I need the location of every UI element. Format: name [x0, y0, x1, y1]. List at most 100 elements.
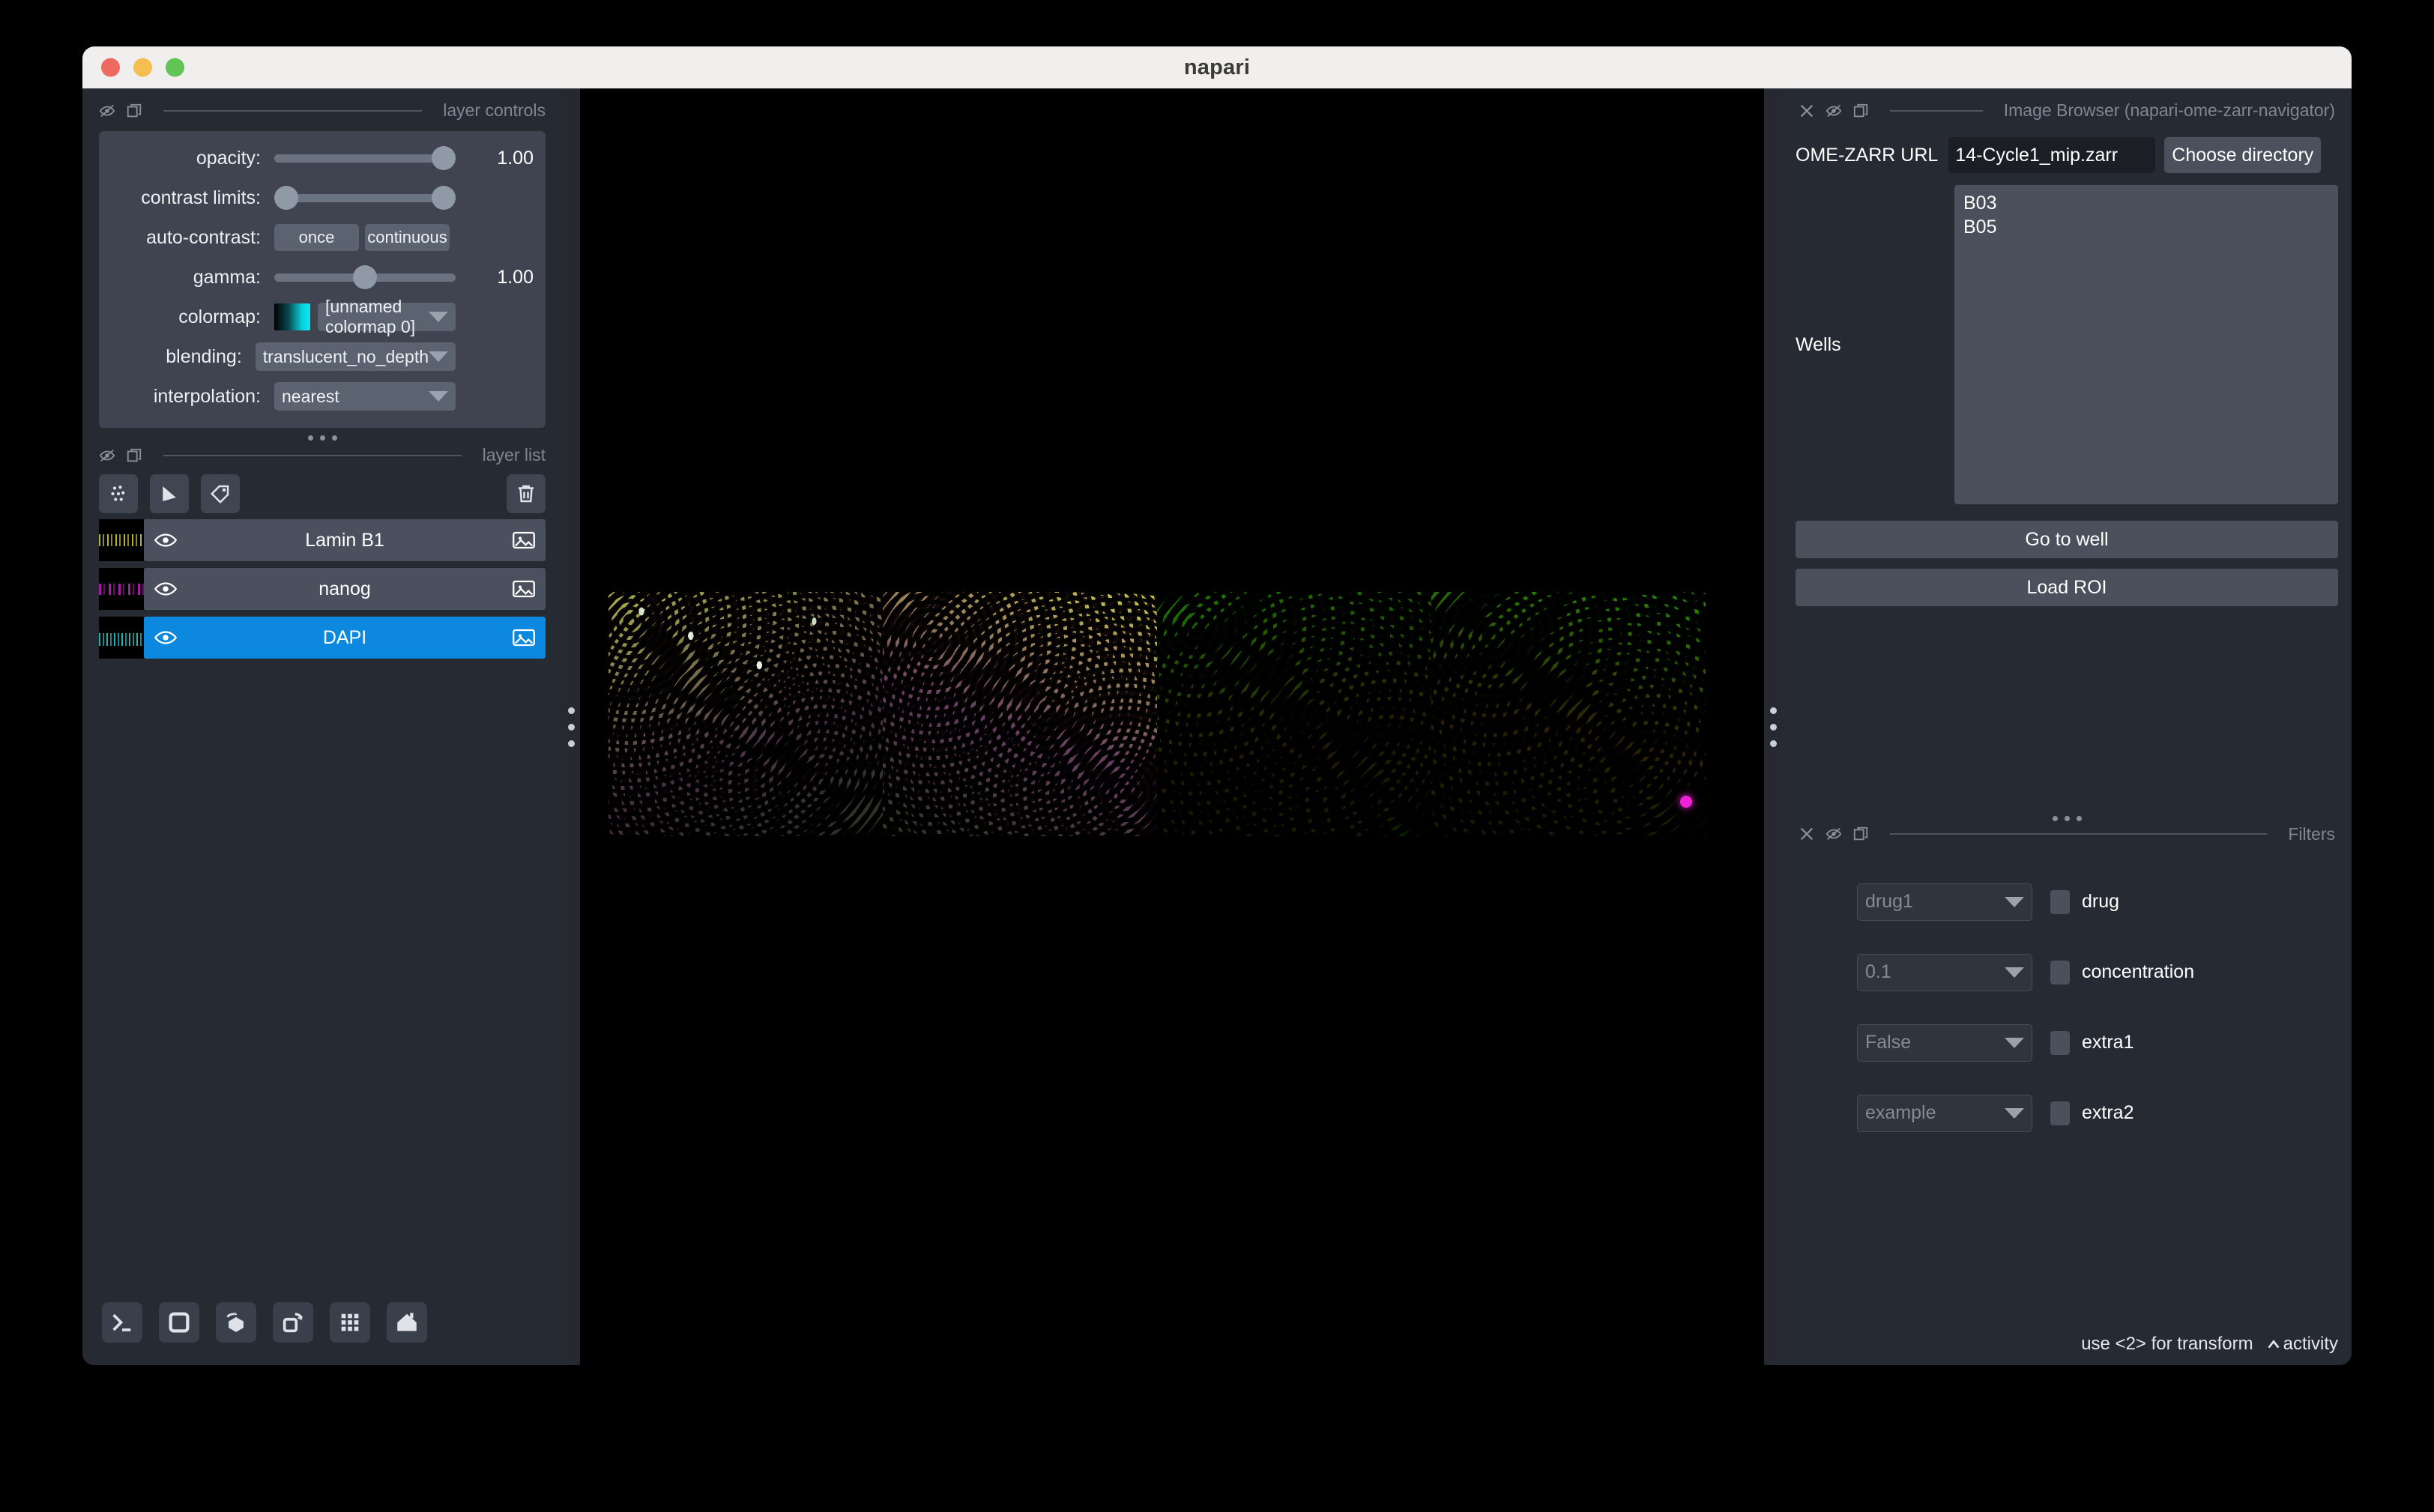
contrast-limits-label: contrast limits: [141, 187, 261, 208]
extra1-select[interactable]: False [1857, 1023, 2032, 1062]
layer-name: Lamin B1 [305, 529, 384, 551]
layer-visibility-toggle[interactable] [154, 629, 178, 646]
interpolation-select[interactable]: nearest [274, 382, 456, 411]
new-points-layer-button[interactable] [99, 474, 138, 513]
new-shapes-layer-button[interactable] [150, 474, 189, 513]
ome-zarr-url-input[interactable]: 14-Cycle1_mip.zarr [1948, 137, 2156, 173]
list-item[interactable]: nanog [99, 568, 546, 610]
image-browser-title: Image Browser (napari-ome-zarr-navigator… [2003, 100, 2335, 120]
chevron-down-icon [429, 391, 448, 402]
square-icon [169, 1312, 190, 1333]
load-roi-button[interactable]: Load ROI [1796, 569, 2338, 606]
ndisplay-2d-button[interactable] [159, 1302, 199, 1343]
window-title: napari [1183, 55, 1251, 79]
maximize-window-button[interactable] [166, 58, 184, 77]
float-panel-icon[interactable] [1852, 826, 1869, 842]
layer-controls-panel: opacity: 1.00 contrast limits: auto-cont… [99, 131, 546, 428]
terminal-icon [112, 1313, 131, 1331]
go-to-well-button[interactable]: Go to well [1796, 521, 2338, 558]
concentration-select[interactable]: 0.1 [1857, 953, 2032, 991]
auto-contrast-row: auto-contrast: once continuous [111, 224, 534, 251]
float-panel-icon[interactable] [126, 103, 142, 119]
gamma-slider[interactable] [274, 264, 456, 291]
activity-label: activity [2283, 1334, 2338, 1354]
close-window-button[interactable] [101, 58, 120, 77]
drug-checkbox[interactable] [2050, 889, 2070, 914]
wells-list[interactable]: B03 B05 [1954, 185, 2338, 504]
dock-resize-handle[interactable] [82, 428, 562, 442]
contrast-limits-slider[interactable] [274, 184, 456, 211]
hide-panel-icon[interactable] [99, 447, 115, 464]
header-rule [1890, 833, 2268, 835]
colormap-row: colormap: [unnamed colormap 0] [111, 297, 534, 336]
auto-contrast-once-button[interactable]: once [274, 224, 359, 251]
ndisplay-3d-button[interactable] [216, 1302, 256, 1343]
gamma-value: 1.00 [497, 266, 534, 288]
transpose-button[interactable] [330, 1302, 370, 1343]
list-item[interactable]: Lamin B1 [99, 519, 546, 561]
new-labels-layer-button[interactable] [201, 474, 240, 513]
status-message: use <2> for transform [2081, 1334, 2253, 1354]
left-dock-splitter[interactable] [562, 88, 580, 1365]
layer-name: DAPI [322, 626, 367, 648]
console-button[interactable] [102, 1302, 142, 1343]
hide-panel-icon[interactable] [99, 103, 115, 119]
choose-directory-button[interactable]: Choose directory [2164, 137, 2322, 173]
table-row [883, 592, 1157, 836]
blending-select[interactable]: translucent_no_depth [255, 342, 456, 371]
home-button[interactable] [387, 1302, 427, 1343]
list-item[interactable]: B03 [1963, 191, 2329, 215]
extra1-checkbox[interactable] [2050, 1030, 2070, 1055]
title-bar: napari [82, 46, 2352, 88]
auto-contrast-label: auto-contrast: [146, 226, 261, 248]
chevron-down-icon [2005, 1037, 2024, 1048]
close-icon[interactable] [1799, 826, 1815, 842]
drug-value: drug1 [1865, 891, 1913, 912]
interpolation-row: interpolation: nearest [111, 382, 534, 411]
auto-contrast-continuous-button[interactable]: continuous [365, 224, 450, 251]
grid-icon [341, 1313, 359, 1331]
filter-row-concentration: 0.1 concentration [1782, 953, 2352, 991]
layer-list-title: layer list [482, 445, 546, 465]
blending-value: translucent_no_depth [262, 346, 429, 366]
close-icon[interactable] [1799, 103, 1815, 119]
shapes-icon [163, 486, 176, 501]
extra2-checkbox[interactable] [2050, 1101, 2070, 1125]
image-tile-strip [608, 592, 1706, 836]
concentration-value: 0.1 [1865, 961, 1891, 982]
delete-layer-button[interactable] [507, 474, 546, 513]
float-panel-icon[interactable] [126, 447, 142, 464]
gamma-label: gamma: [193, 266, 261, 288]
extra2-select[interactable]: example [1857, 1094, 2032, 1132]
concentration-checkbox[interactable] [2050, 960, 2070, 985]
header-rule [1890, 109, 1983, 112]
filter-row-extra1: False extra1 [1782, 1023, 2352, 1062]
viewer-canvas[interactable] [580, 88, 1764, 1365]
chevron-up-icon [2268, 1340, 2280, 1349]
filters-resize-handle[interactable] [1782, 808, 2352, 823]
drug-select[interactable]: drug1 [1857, 883, 2032, 921]
extra1-label: extra1 [2082, 1032, 2134, 1053]
layer-visibility-toggle[interactable] [154, 532, 178, 548]
chevron-down-icon [2005, 896, 2024, 907]
list-item[interactable]: B05 [1963, 215, 2329, 239]
colormap-select[interactable]: [unnamed colormap 0] [318, 297, 456, 336]
hide-panel-icon[interactable] [1826, 826, 1842, 842]
hide-panel-icon[interactable] [1826, 103, 1842, 119]
extra2-label: extra2 [2082, 1102, 2134, 1123]
roll-dims-button[interactable] [273, 1302, 313, 1343]
layer-list-header: layer list [82, 442, 562, 471]
activity-button[interactable]: activity [2265, 1334, 2338, 1355]
layer-visibility-toggle[interactable] [154, 581, 178, 597]
minimize-window-button[interactable] [133, 58, 152, 77]
colormap-swatch [274, 303, 310, 330]
wells-label: Wells [1796, 333, 1841, 355]
right-dock-splitter[interactable] [1764, 88, 1782, 1365]
list-item[interactable]: DAPI [99, 617, 546, 659]
trash-icon [519, 485, 534, 503]
ome-zarr-url-label: OME-ZARR URL [1796, 144, 1939, 166]
opacity-slider[interactable] [274, 145, 456, 172]
layer-controls-title: layer controls [443, 100, 546, 120]
float-panel-icon[interactable] [1852, 103, 1869, 119]
filters-title: Filters [2288, 823, 2335, 844]
